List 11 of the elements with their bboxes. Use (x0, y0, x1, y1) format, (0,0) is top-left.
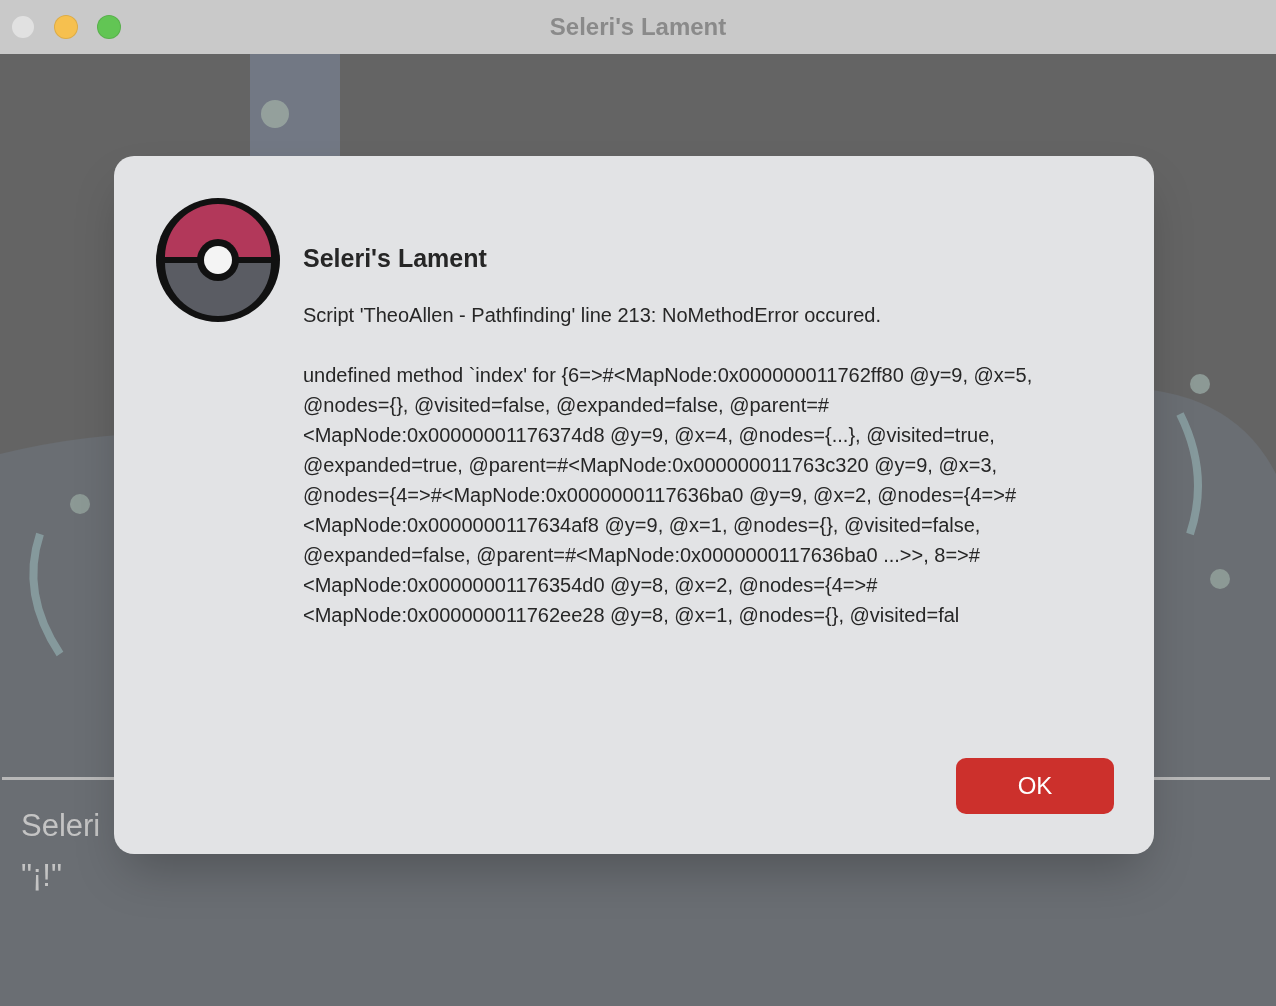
alert-title: Seleri's Lament (303, 243, 488, 273)
window-control-button[interactable] (97, 15, 121, 39)
window-control-button[interactable] (54, 15, 78, 39)
error-details: undefined method `index' for {6=>#<MapNode:0x000000011762ff80 @y=9, @x=5, @nodes={}, @visited=false, @expanded=false, @parent=#<MapNode:0x00000001176374d8 @y=9, @x=4, @nodes={...}, @visited=true, @expanded=true, @parent=#<MapNode:0x000000011763c320 @y=9, @x=3, @nodes={4=>#<MapNode:0x0000000117636ba0 @y=9, @x=2, @nodes={4=>#<MapNode:0x0000000117634af8 @y=9, @x=1, @nodes={}, @visited=false, @expanded=false, @parent=#<MapNode:0x0000000117636ba0 ...>>, 8=>#<MapNode:0x00000001176354d0 @y=8, @x=2, @nodes={4=>#<MapNode:0x000000011762ee28 @y=8, @x=1, @nodes={}, @visited=fal (303, 363, 1034, 628)
message-text: "¡!" (21, 858, 63, 894)
ball-icon (155, 197, 281, 323)
ok-button[interactable]: OK (956, 758, 1114, 814)
speaker-name: Seleri (21, 808, 102, 844)
window-title: Seleri's Lament (549, 12, 727, 42)
window-control-button[interactable] (11, 15, 35, 39)
alert-message: Script 'TheoAllen - Pathfinding' line 213: NoMethodError occured. (303, 303, 882, 328)
